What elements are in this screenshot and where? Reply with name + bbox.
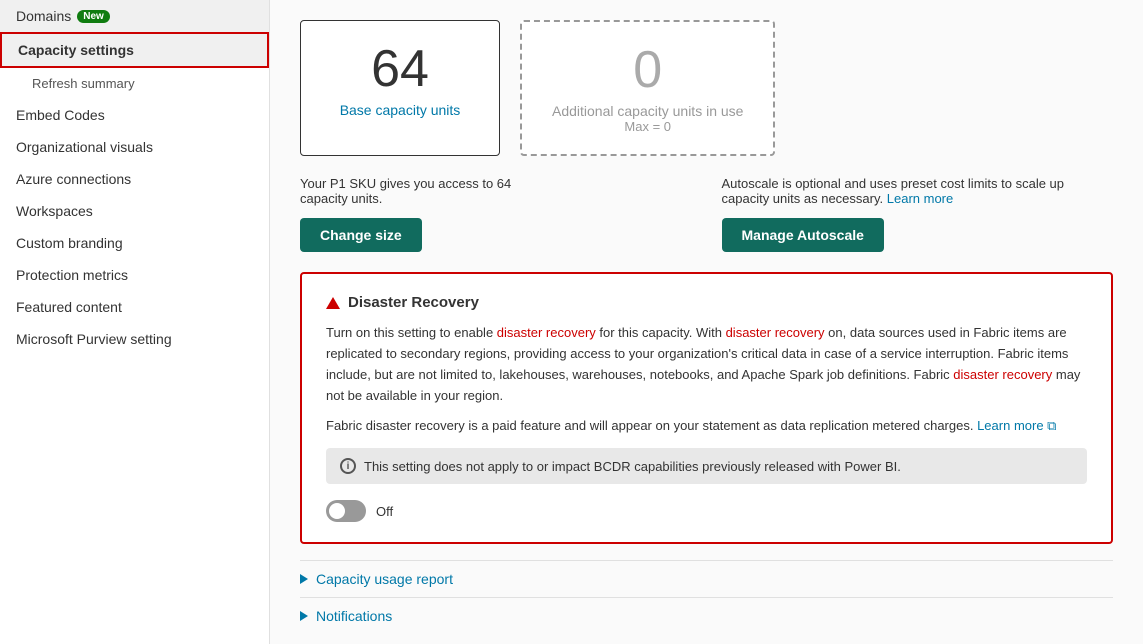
disaster-recovery-box: Disaster Recovery Turn on this setting t…: [300, 272, 1113, 544]
warning-triangle-icon: [326, 297, 340, 309]
sidebar: Domains New Capacity settings Refresh su…: [0, 0, 270, 644]
sidebar-item-label: Protection metrics: [16, 267, 128, 283]
capacity-usage-label: Capacity usage report: [316, 571, 453, 587]
disaster-recovery-title: Disaster Recovery: [326, 294, 1087, 311]
additional-capacity-card: 0 Additional capacity units in use Max =…: [520, 20, 775, 156]
sidebar-item-workspaces[interactable]: Workspaces: [0, 195, 269, 227]
disaster-recovery-toggle[interactable]: [326, 500, 366, 522]
disaster-toggle-label: Off: [376, 504, 393, 519]
notifications-expand[interactable]: Notifications: [300, 597, 1113, 634]
additional-capacity-number: 0: [633, 42, 662, 99]
additional-capacity-label: Additional capacity units in use: [552, 103, 743, 119]
disaster-toggle-row: Off: [326, 500, 1087, 522]
chevron-right-icon: [300, 611, 308, 621]
sidebar-item-protection-metrics[interactable]: Protection metrics: [0, 259, 269, 291]
sidebar-item-label: Domains: [16, 8, 71, 24]
sidebar-item-label: Featured content: [16, 299, 122, 315]
autoscale-learn-more-link[interactable]: Learn more: [887, 191, 953, 206]
sidebar-item-label: Refresh summary: [32, 76, 135, 91]
base-capacity-card: 64 Base capacity units: [300, 20, 500, 156]
capacity-usage-expand[interactable]: Capacity usage report: [300, 560, 1113, 597]
sidebar-item-label: Embed Codes: [16, 107, 105, 123]
sidebar-item-refresh-summary[interactable]: Refresh summary: [0, 68, 269, 99]
disaster-paid-notice: Fabric disaster recovery is a paid featu…: [326, 418, 1087, 434]
base-capacity-number: 64: [371, 41, 429, 98]
additional-capacity-max: Max = 0: [624, 119, 671, 134]
sidebar-item-azure-connections[interactable]: Azure connections: [0, 163, 269, 195]
base-capacity-label: Base capacity units: [340, 102, 461, 118]
sidebar-item-label: Workspaces: [16, 203, 93, 219]
info-left: Your P1 SKU gives you access to 64 capac…: [300, 176, 692, 252]
sidebar-item-org-visuals[interactable]: Organizational visuals: [0, 131, 269, 163]
info-circle-icon: i: [340, 458, 356, 474]
sidebar-item-label: Organizational visuals: [16, 139, 153, 155]
disaster-learn-more-link[interactable]: Learn more ⧉: [977, 418, 1056, 433]
chevron-right-icon: [300, 574, 308, 584]
new-badge: New: [77, 10, 110, 23]
manage-autoscale-button[interactable]: Manage Autoscale: [722, 218, 884, 252]
disaster-recovery-description: Turn on this setting to enable disaster …: [326, 323, 1086, 406]
main-content: 64 Base capacity units 0 Additional capa…: [270, 0, 1143, 644]
sidebar-item-featured-content[interactable]: Featured content: [0, 291, 269, 323]
sidebar-item-embed-codes[interactable]: Embed Codes: [0, 99, 269, 131]
info-right: Autoscale is optional and uses preset co…: [722, 176, 1114, 252]
sku-info-text: Your P1 SKU gives you access to 64 capac…: [300, 176, 560, 206]
sidebar-item-capacity-settings[interactable]: Capacity settings: [0, 32, 269, 68]
disaster-bcdr-note: i This setting does not apply to or impa…: [326, 448, 1087, 484]
sidebar-item-domains[interactable]: Domains New: [0, 0, 269, 32]
sidebar-item-label: Custom branding: [16, 235, 123, 251]
autoscale-info-text: Autoscale is optional and uses preset co…: [722, 176, 1114, 206]
sidebar-item-label: Capacity settings: [18, 42, 134, 58]
notifications-label: Notifications: [316, 608, 392, 624]
change-size-button[interactable]: Change size: [300, 218, 422, 252]
sidebar-item-label: Microsoft Purview setting: [16, 331, 172, 347]
sidebar-item-custom-branding[interactable]: Custom branding: [0, 227, 269, 259]
info-row: Your P1 SKU gives you access to 64 capac…: [300, 176, 1113, 252]
sidebar-item-label: Azure connections: [16, 171, 131, 187]
sidebar-item-microsoft-purview[interactable]: Microsoft Purview setting: [0, 323, 269, 355]
capacity-cards-row: 64 Base capacity units 0 Additional capa…: [300, 20, 1113, 156]
